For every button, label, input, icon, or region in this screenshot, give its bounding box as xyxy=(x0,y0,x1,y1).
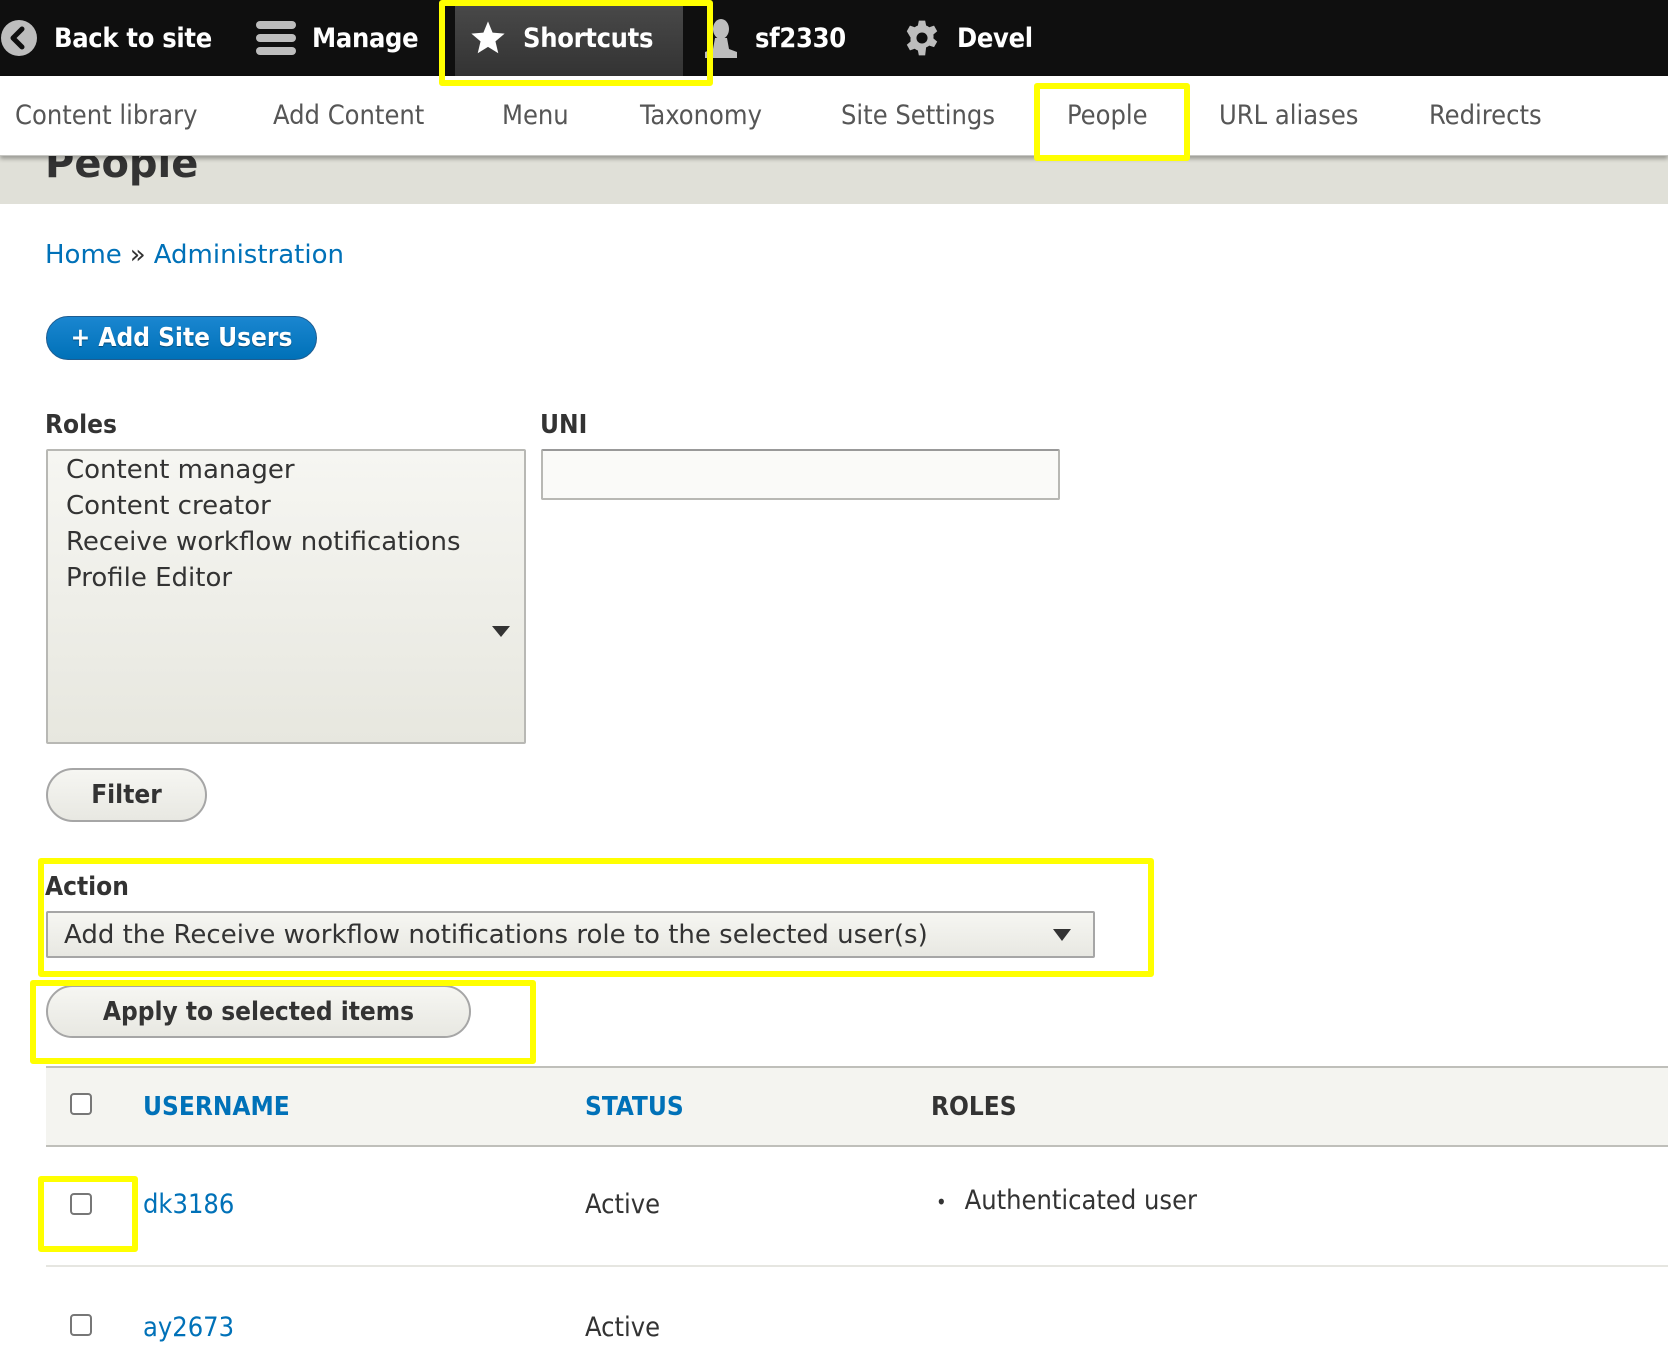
apply-to-selected-button[interactable]: Apply to selected items xyxy=(46,985,471,1038)
username-label: sf2330 xyxy=(755,22,846,54)
hamburger-icon xyxy=(256,18,296,58)
tray-item-add-content[interactable]: Add Content xyxy=(273,76,424,155)
tray-item-taxonomy[interactable]: Taxonomy xyxy=(640,76,762,155)
add-site-users-button[interactable]: + Add Site Users xyxy=(46,316,317,360)
devel-menu-button[interactable]: Devel xyxy=(903,0,1033,76)
tray-item-content-library[interactable]: Content library xyxy=(15,76,197,155)
breadcrumb: Home» Administration xyxy=(45,240,344,270)
column-roles: ROLES xyxy=(931,1091,1017,1122)
back-to-site-label: Back to site xyxy=(54,22,212,54)
role-item: Authenticated user xyxy=(936,1185,1197,1216)
user-menu-button[interactable]: sf2330 xyxy=(703,0,846,76)
roles-multiselect[interactable]: Content manager Content creator Receive … xyxy=(46,449,526,744)
roles-option[interactable]: Profile Editor xyxy=(66,563,232,593)
roles-option[interactable]: Content manager xyxy=(66,455,295,485)
roles-option[interactable]: Receive workflow notifications xyxy=(66,527,461,557)
row-select-checkbox[interactable] xyxy=(70,1314,92,1336)
star-icon xyxy=(469,19,507,57)
page-title-region: People xyxy=(0,155,1668,204)
tray-item-redirects[interactable]: Redirects xyxy=(1429,76,1542,155)
admin-toolbar: Back to site Manage Shortcuts sf2330 Dev… xyxy=(0,0,1668,76)
roles-label: Roles xyxy=(45,410,117,440)
dropdown-arrow-icon xyxy=(492,626,510,637)
status-value: Active xyxy=(585,1189,661,1220)
manage-menu-button[interactable]: Manage xyxy=(256,0,419,76)
status-value: Active xyxy=(585,1312,661,1343)
roles-list: Authenticated user xyxy=(936,1185,1197,1216)
uni-label: UNI xyxy=(540,410,588,440)
breadcrumb-administration-link[interactable]: Administration xyxy=(154,240,344,270)
select-all-checkbox[interactable] xyxy=(70,1093,92,1115)
tray-item-menu[interactable]: Menu xyxy=(502,76,569,155)
uni-input[interactable] xyxy=(541,449,1060,500)
tray-item-url-aliases[interactable]: URL aliases xyxy=(1219,76,1358,155)
action-select[interactable]: Add the Receive workflow notifications r… xyxy=(46,911,1095,958)
back-to-site-link[interactable]: Back to site xyxy=(0,0,212,76)
user-icon xyxy=(703,18,739,58)
row-select-checkbox[interactable] xyxy=(70,1193,92,1215)
breadcrumb-home-link[interactable]: Home xyxy=(45,240,122,270)
users-table-header: USERNAME STATUS ROLES xyxy=(46,1066,1668,1147)
manage-label: Manage xyxy=(312,22,419,54)
username-link[interactable]: ay2673 xyxy=(143,1312,234,1343)
username-link[interactable]: dk3186 xyxy=(143,1189,234,1220)
tray-item-site-settings[interactable]: Site Settings xyxy=(841,76,995,155)
roles-option[interactable]: Content creator xyxy=(66,491,271,521)
action-select-value: Add the Receive workflow notifications r… xyxy=(64,919,928,950)
filter-button[interactable]: Filter xyxy=(46,768,207,822)
gear-icon xyxy=(903,19,941,57)
column-username[interactable]: USERNAME xyxy=(143,1068,290,1145)
dropdown-arrow-icon xyxy=(1053,929,1071,941)
column-status[interactable]: STATUS xyxy=(585,1068,684,1145)
table-row: ay2673 Active xyxy=(46,1268,1668,1348)
chevron-left-circle-icon xyxy=(0,19,38,57)
shortcuts-tab[interactable]: Shortcuts xyxy=(455,0,683,76)
page-title: People xyxy=(45,155,199,187)
shortcuts-label: Shortcuts xyxy=(523,22,654,54)
table-row: dk3186 Active Authenticated user xyxy=(46,1147,1668,1267)
devel-label: Devel xyxy=(957,22,1033,54)
shortcuts-tray: Content library Add Content Menu Taxonom… xyxy=(0,76,1668,156)
action-label: Action xyxy=(45,872,129,902)
tray-item-people[interactable]: People xyxy=(1067,76,1148,155)
breadcrumb-separator: » xyxy=(129,240,146,270)
